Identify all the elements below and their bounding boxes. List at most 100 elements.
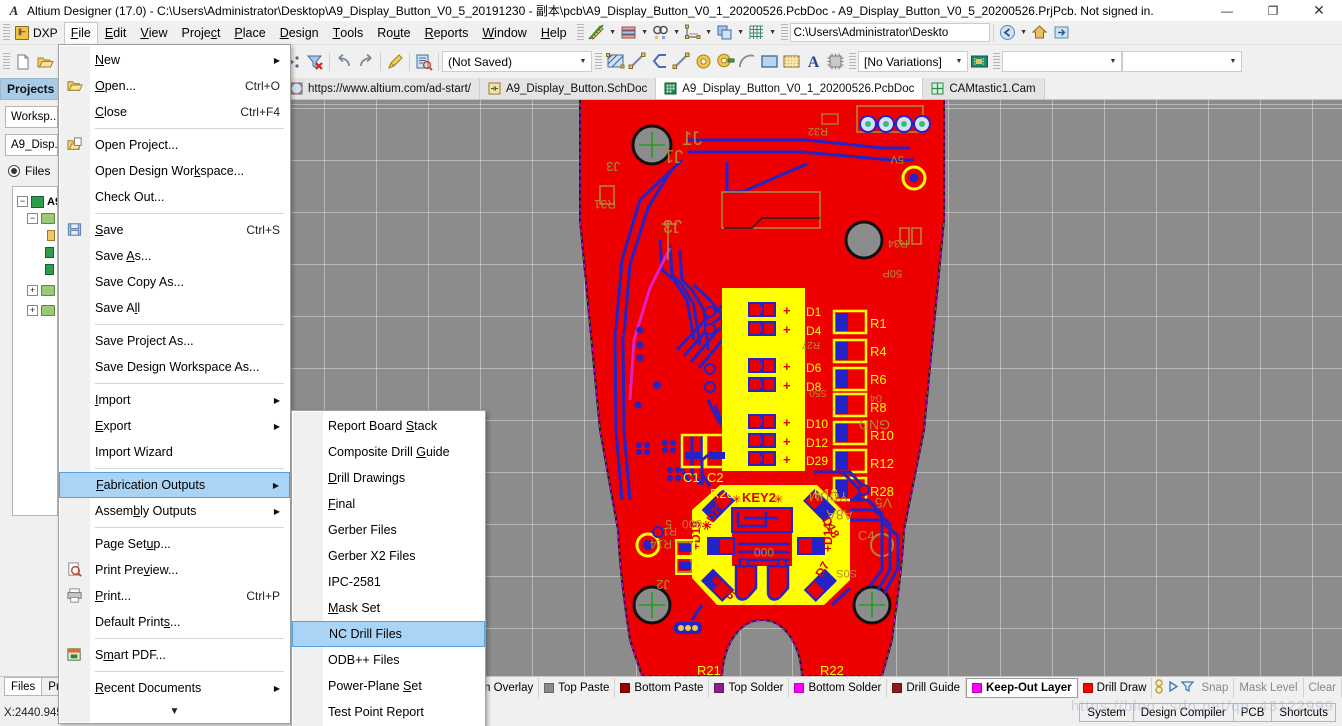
menu-tools[interactable]: Tools (326, 22, 371, 44)
menu-scroll-down-icon[interactable]: ▼ (59, 701, 290, 721)
file-menu-item-new[interactable]: New ▶ (59, 47, 290, 73)
file-menu-item-recent-documents[interactable]: Recent Documents ▶ (59, 675, 290, 701)
layer-stack-dropdown-arrow[interactable]: ▼ (640, 23, 650, 43)
tree-node-folder-3[interactable]: + (15, 302, 55, 319)
tree-node-file-2[interactable] (15, 244, 55, 261)
file-menu-item-save[interactable]: Save Ctrl+S (59, 217, 290, 243)
status-tab-pcb[interactable]: PCB (1232, 703, 1273, 722)
status-tab-shortcuts[interactable]: Shortcuts (1271, 703, 1336, 722)
layer-tab-keep-out-layer[interactable]: Keep-Out Layer (966, 677, 1078, 698)
tree-node-file-3[interactable] (15, 261, 55, 278)
layer-sets-icon[interactable] (714, 23, 736, 43)
file-menu-item-save-as[interactable]: Save As... (59, 243, 290, 269)
toolbar-grip-3[interactable] (780, 23, 788, 42)
board-dimension-icon[interactable] (682, 23, 704, 43)
file-menu-item-default-prints[interactable]: Default Prints... (59, 609, 290, 635)
file-menu-item-page-setup[interactable]: Page Setup... (59, 531, 290, 557)
browse-icon[interactable] (413, 52, 435, 72)
find-similar-icon[interactable] (650, 23, 672, 43)
minimize-button[interactable]: — (1204, 0, 1250, 21)
file-menu-item-smart-pdf[interactable]: Smart PDF... (59, 642, 290, 668)
board-dimension-dropdown-arrow[interactable]: ▼ (704, 23, 714, 43)
toolbar-grip-2[interactable] (576, 23, 584, 42)
file-menu-item-save-design-workspace-as[interactable]: Save Design Workspace As... (59, 354, 290, 380)
place-line-icon[interactable] (626, 52, 648, 72)
fab-menu-item-final[interactable]: Final (292, 491, 485, 517)
menu-file[interactable]: File (63, 21, 98, 44)
saved-state-combo[interactable]: (Not Saved) ▼ (442, 51, 592, 72)
file-menu-item-assembly-outputs[interactable]: Assembly Outputs ▶ (59, 498, 290, 524)
menu-place[interactable]: Place (227, 22, 272, 44)
menu-design[interactable]: Design (273, 22, 326, 44)
layer-tab-top-paste[interactable]: Top Paste (539, 677, 616, 698)
layer-tab-bottom-paste[interactable]: Bottom Paste (615, 677, 710, 698)
interactive-route-icon[interactable] (648, 52, 670, 72)
chevron-down-icon[interactable]: ▼ (1105, 52, 1121, 71)
pcb-3d-icon[interactable] (968, 52, 990, 72)
file-menu-item-check-out[interactable]: Check Out... (59, 184, 290, 210)
place-via-icon[interactable] (692, 52, 714, 72)
fab-menu-item-odb-files[interactable]: ODB++ Files (292, 647, 485, 673)
file-menu-item-fabrication-outputs[interactable]: Fabrication Outputs ▶ (59, 472, 290, 498)
grid-icon[interactable] (746, 23, 768, 43)
workspace-box[interactable]: Worksp... (5, 106, 58, 128)
empty-combo-2[interactable]: ▼ (1122, 51, 1242, 72)
fab-menu-item-composite-drill-guide[interactable]: Composite Drill Guide (292, 439, 485, 465)
status-tab-system[interactable]: System (1079, 703, 1134, 722)
layer-tab-bottom-solder[interactable]: Bottom Solder (789, 677, 888, 698)
layer-tab-drill-guide[interactable]: Drill Guide (887, 677, 966, 698)
place-component-icon[interactable] (824, 52, 846, 72)
doc-tab-schdoc[interactable]: A9_Display_Button.SchDoc (479, 78, 657, 99)
file-menu-item-open-project[interactable]: Open Project... (59, 132, 290, 158)
place-rect-icon[interactable] (758, 52, 780, 72)
place-arc-icon[interactable] (736, 52, 758, 72)
layer-tab-drill-draw[interactable]: Drill Draw (1078, 677, 1153, 698)
toolbar-grip[interactable] (3, 23, 10, 42)
back-icon[interactable] (997, 23, 1019, 43)
file-menu-item-import[interactable]: Import ▶ (59, 387, 290, 413)
doc-tab-pcbdoc[interactable]: A9_Display_Button_V0_1_20200526.PcbDoc (656, 78, 924, 99)
layer-pairs-icon[interactable] (1154, 678, 1168, 697)
tree-node-folder-2[interactable]: + (15, 282, 55, 299)
layer-button-clear[interactable]: Clear (1304, 677, 1342, 698)
forward-icon[interactable] (1051, 23, 1073, 43)
fab-menu-item-power-plane-set[interactable]: Power-Plane Set (292, 673, 485, 699)
fab-menu-item-nc-drill-files[interactable]: NC Drill Files (292, 621, 485, 647)
grid-dropdown-arrow[interactable]: ▼ (768, 23, 778, 43)
chevron-down-icon[interactable]: ▼ (1225, 52, 1241, 71)
file-menu-dropdown[interactable]: New ▶ Open... Ctrl+O Close Ctrl+F4 Open Projec… (58, 44, 291, 724)
pcb-board[interactable]: + + + + + + + D1 D4 D6 D8 D10 D12 D29 R1… (552, 100, 972, 676)
fab-menu-item-report-board-stack[interactable]: Report Board Stack (292, 413, 485, 439)
place-toolbar-grip[interactable] (595, 52, 602, 71)
new-document-icon[interactable] (12, 52, 34, 72)
file-menu-item-print[interactable]: Print... Ctrl+P (59, 583, 290, 609)
undo-icon[interactable] (333, 52, 355, 72)
tree-node-project[interactable]: − A9... (15, 193, 57, 210)
extra-toolbar-grip[interactable] (993, 52, 1000, 71)
project-tree[interactable]: − A9... − + + (12, 186, 58, 516)
expander-icon[interactable]: − (17, 196, 28, 207)
tree-node-folder-1[interactable]: − (15, 210, 55, 227)
chevron-down-icon[interactable]: ▼ (575, 52, 591, 71)
tree-node-file-1[interactable] (15, 227, 55, 244)
project-box[interactable]: A9_Disp... (5, 134, 58, 156)
file-menu-item-save-project-as[interactable]: Save Project As... (59, 328, 290, 354)
restore-button[interactable]: ❐ (1250, 0, 1296, 21)
expander-icon[interactable]: + (27, 285, 38, 296)
layer-tab-top-solder[interactable]: Top Solder (709, 677, 790, 698)
back-dropdown-arrow[interactable]: ▼ (1019, 23, 1029, 43)
play-icon[interactable] (1168, 680, 1181, 696)
file-menu-item-import-wizard[interactable]: Import Wizard (59, 439, 290, 465)
place-polygon-icon[interactable] (780, 52, 802, 72)
fab-menu-item-mask-set[interactable]: Mask Set (292, 595, 485, 621)
layer-stack-icon[interactable] (618, 23, 640, 43)
file-menu-item-print-preview[interactable]: Print Preview... (59, 557, 290, 583)
menu-window[interactable]: Window (475, 22, 533, 44)
measure-icon[interactable] (586, 23, 608, 43)
fab-menu-item-test-point-report[interactable]: Test Point Report (292, 699, 485, 725)
menu-project[interactable]: Proje c t (175, 22, 228, 44)
expander-icon[interactable]: + (27, 305, 38, 316)
menu-view[interactable]: View (133, 22, 174, 44)
menu-route[interactable]: Ro u te (370, 22, 417, 44)
place-fill-icon[interactable] (604, 52, 626, 72)
